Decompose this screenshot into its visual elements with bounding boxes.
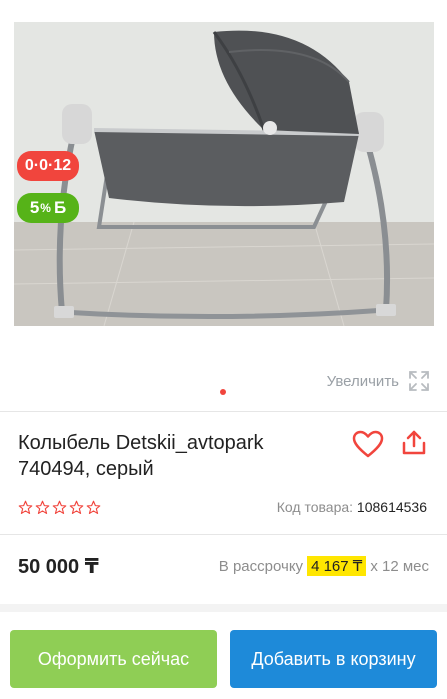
- star-outline-icon: [52, 500, 67, 514]
- buy-now-label: Оформить сейчас: [37, 648, 190, 669]
- share-icon: [402, 430, 426, 455]
- product-code: Код товара: 108614536: [277, 499, 427, 515]
- zoom-button[interactable]: Увеличить: [327, 369, 431, 393]
- product-code-label: Код товара:: [276, 499, 354, 515]
- add-to-cart-label: Добавить в корзину: [251, 648, 416, 669]
- section-separator: [0, 604, 447, 612]
- zoom-label: Увеличить: [326, 372, 399, 390]
- installment-badge: 0·0·12: [17, 151, 79, 181]
- bonus-badge: 5% Б: [17, 193, 79, 223]
- star-outline-icon: [86, 500, 101, 514]
- installment-badge-text: 0·0·12: [24, 157, 72, 174]
- bonus-value: 5: [29, 198, 40, 217]
- divider: [0, 534, 447, 535]
- divider: [0, 411, 447, 412]
- bonus-letter: Б: [53, 198, 67, 217]
- share-button[interactable]: [400, 429, 428, 462]
- heart-icon: [352, 430, 384, 458]
- bonus-percent: %: [40, 201, 51, 215]
- expand-icon: [409, 371, 429, 391]
- star-outline-icon: [35, 500, 50, 514]
- favorite-button[interactable]: [352, 430, 384, 463]
- product-price: 50 000 ₸: [18, 556, 99, 578]
- product-gallery[interactable]: 0·0·12 5% Б Увеличить: [0, 0, 447, 405]
- installment-label: В рассрочку: [218, 557, 304, 575]
- buy-now-button[interactable]: Оформить сейчас: [10, 630, 217, 688]
- carousel-indicator[interactable]: [220, 389, 226, 395]
- rating-stars: [18, 500, 101, 515]
- installment-info[interactable]: В рассрочку 4 167 ₸ x 12 мес: [219, 556, 429, 576]
- add-to-cart-button[interactable]: Добавить в корзину: [230, 630, 437, 688]
- star-outline-icon: [18, 500, 33, 514]
- star-outline-icon: [69, 500, 84, 514]
- product-code-value: 108614536: [356, 499, 427, 515]
- product-title: Колыбель Detskii_avtopark 740494, серый: [18, 432, 264, 480]
- installment-monthly-payment: 4 167 ₸: [307, 556, 367, 576]
- installment-term: x 12 мес: [370, 557, 429, 575]
